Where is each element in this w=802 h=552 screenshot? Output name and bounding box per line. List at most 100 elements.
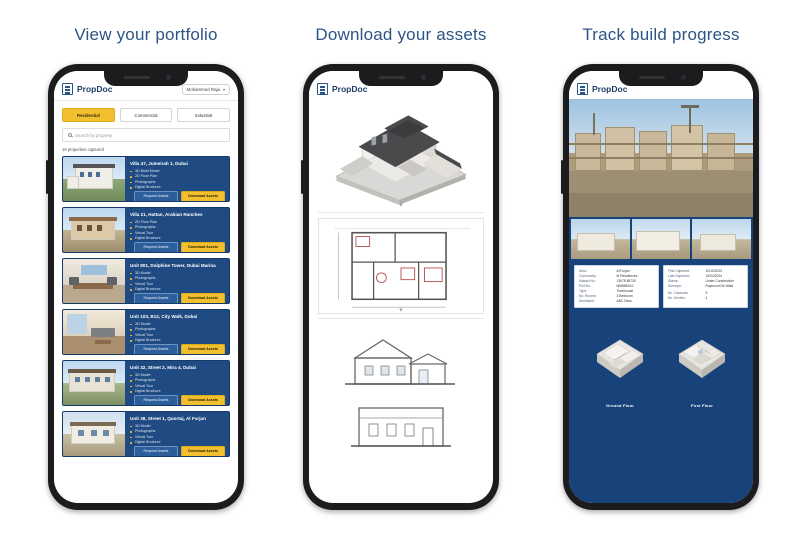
brand-name: PropDoc <box>77 84 113 94</box>
property-card[interactable]: Unit 801, Dolphine Tower, Dubai Marina 3… <box>62 258 230 304</box>
request-assets-button[interactable]: Request Assets <box>134 190 178 201</box>
request-assets-button[interactable]: Request Assets <box>134 241 178 252</box>
asset-2d-floor-plan[interactable]: ▾ <box>318 218 484 314</box>
property-title: Unit 32, Street 2, Mira 4, Dubai <box>130 365 196 370</box>
asset-front-elevation[interactable] <box>318 398 484 456</box>
feature-item: Digital Brochure <box>130 287 225 293</box>
property-features: 3D Model Photographs Virtual Tour Digita… <box>130 373 225 395</box>
property-title: Unit 801, Dolphine Tower, Dubai Marina <box>130 263 216 268</box>
camera-icon <box>421 75 426 80</box>
property-card[interactable]: Villa 47, Jumeirah 1, Dubai 3D Build Mod… <box>62 156 230 202</box>
phone-frame-2: PropDoc ▾ ▾ <box>301 64 499 510</box>
property-list: Villa 47, Jumeirah 1, Dubai 3D Build Mod… <box>54 156 238 465</box>
property-features: 3D Build Model 2D Floor Plan Photographs… <box>130 169 225 191</box>
property-info-tables: Area: Al Furjan Community: M Residences Ma… <box>569 261 753 308</box>
search-placeholder: Search by property <box>75 132 113 138</box>
download-assets-button[interactable]: Download Assets <box>181 292 225 303</box>
floor-plan-first[interactable]: First Floor <box>665 320 739 408</box>
search-input[interactable]: Search by property <box>62 128 230 142</box>
feature-item: Digital Brochure <box>130 236 225 242</box>
first-floor-3d <box>665 320 739 398</box>
phone-notch <box>104 71 188 86</box>
property-card[interactable]: Unit 103, B12, City Walk, Dubai 3D Model… <box>62 309 230 355</box>
3d-model-render <box>335 115 467 205</box>
chevron-down-icon: ▾ <box>399 202 403 209</box>
filter-industrial[interactable]: Industrial <box>177 108 231 122</box>
property-photo <box>63 361 125 405</box>
info-row: No. Months: 4 <box>668 295 708 300</box>
property-title: Unit 38, Street 1, Quortaj, Al Furjan <box>130 416 206 421</box>
property-features: 3D Model Photographs Virtual Tour Digita… <box>130 424 225 446</box>
screenshot-root: View your portfolio PropDoc Mohammed Raj… <box>0 0 802 552</box>
property-features: 3D Model Photographs Virtual Tour Digita… <box>130 322 225 344</box>
document-building-icon <box>317 83 328 95</box>
info-row: Developer: ABC Devs <box>579 298 632 303</box>
front-elevation-drawing <box>321 398 481 456</box>
floor-plan-label: Ground Floor <box>606 402 634 408</box>
property-title: Villa 21, Hattan, Arabian Ranches <box>130 212 203 217</box>
site-photo-thumb[interactable] <box>571 219 630 259</box>
camera-icon <box>166 75 171 80</box>
property-count: 16 properties captured <box>62 147 104 152</box>
floor-plan-label: First Floor <box>691 402 713 408</box>
download-assets-button[interactable]: Download Assets <box>181 343 225 354</box>
site-photo-thumb[interactable] <box>692 219 752 259</box>
filter-commercial[interactable]: Commercial <box>119 108 173 122</box>
info-row: Surveyor: Raymond De Waal <box>668 283 734 288</box>
property-photo <box>63 259 125 303</box>
property-photo <box>63 310 125 354</box>
phone-notch <box>359 71 443 86</box>
property-info-right: First Captured: 10/12/2023 Last Captured:… <box>663 265 748 308</box>
feature-item: Digital Brochure <box>130 389 225 395</box>
brand-name: PropDoc <box>332 84 368 94</box>
ground-floor-3d <box>583 320 657 398</box>
asset-3d-build-model[interactable]: ▾ <box>318 104 484 209</box>
camera-icon <box>681 75 686 80</box>
category-filters: Residential Commercial Industrial <box>54 101 238 122</box>
panel-title-assets: Download your assets <box>315 25 487 44</box>
property-card[interactable]: Unit 32, Street 2, Mira 4, Dubai 3D Mode… <box>62 360 230 406</box>
document-building-icon <box>577 83 588 95</box>
speaker-icon <box>639 76 665 79</box>
search-icon <box>68 133 72 137</box>
property-card[interactable]: Villa 21, Hattan, Arabian Ranches 2D Flo… <box>62 207 230 253</box>
request-assets-button[interactable]: Request Assets <box>134 292 178 303</box>
download-assets-button[interactable]: Download Assets <box>181 445 225 456</box>
download-assets-button[interactable]: Download Assets <box>181 394 225 405</box>
divider <box>318 212 484 213</box>
property-title: Unit 103, B12, City Walk, Dubai <box>130 314 198 319</box>
property-features: 2D Floor Plan Photographs Virtual Tour D… <box>130 220 225 242</box>
property-features: 3D Model Photographs Virtual Tour Digita… <box>130 271 225 293</box>
info-row: No. Captures: 5 <box>668 290 708 295</box>
asset-section-elevation[interactable] <box>318 324 484 394</box>
speaker-icon <box>379 76 405 79</box>
floor-plan-ground[interactable]: Ground Floor <box>583 320 657 408</box>
site-photo-thumb[interactable] <box>631 219 691 259</box>
phone-notch <box>619 71 703 86</box>
property-card[interactable]: Unit 38, Street 1, Quortaj, Al Furjan 3D… <box>62 411 230 457</box>
asset-list: ▾ ▾ <box>309 100 493 468</box>
download-assets-button[interactable]: Download Assets <box>181 241 225 252</box>
feature-item: Digital Brochure <box>130 338 225 344</box>
download-assets-button[interactable]: Download Assets <box>181 190 225 201</box>
property-photo <box>63 412 125 456</box>
user-menu-label: Mohammed Raja <box>186 86 220 92</box>
construction-site-photo[interactable] <box>569 99 753 217</box>
speaker-icon <box>124 76 150 79</box>
site-photo-thumbnails <box>569 217 753 261</box>
panel-title-portfolio: View your portfolio <box>74 25 218 44</box>
property-info-left: Area: Al Furjan Community: M Residences Ma… <box>574 265 659 308</box>
phone-screen-portfolio: PropDoc Mohammed Raja ▾ Residential Comm… <box>54 71 238 503</box>
panel-portfolio: View your portfolio PropDoc Mohammed Raj… <box>16 0 276 552</box>
chevron-down-icon: ▾ <box>399 307 403 314</box>
filter-residential[interactable]: Residential <box>62 108 115 122</box>
panel-title-progress: Track build progress <box>582 25 740 44</box>
brand-name: PropDoc <box>592 84 628 94</box>
brand: PropDoc <box>577 83 627 95</box>
user-menu[interactable]: Mohammed Raja ▾ <box>181 83 230 95</box>
panel-progress: Track build progress PropDoc Area: Al Fu… <box>531 0 791 552</box>
request-assets-button[interactable]: Request Assets <box>134 343 178 354</box>
request-assets-button[interactable]: Request Assets <box>134 394 178 405</box>
request-assets-button[interactable]: Request Assets <box>134 445 178 456</box>
section-drawing <box>321 324 481 394</box>
